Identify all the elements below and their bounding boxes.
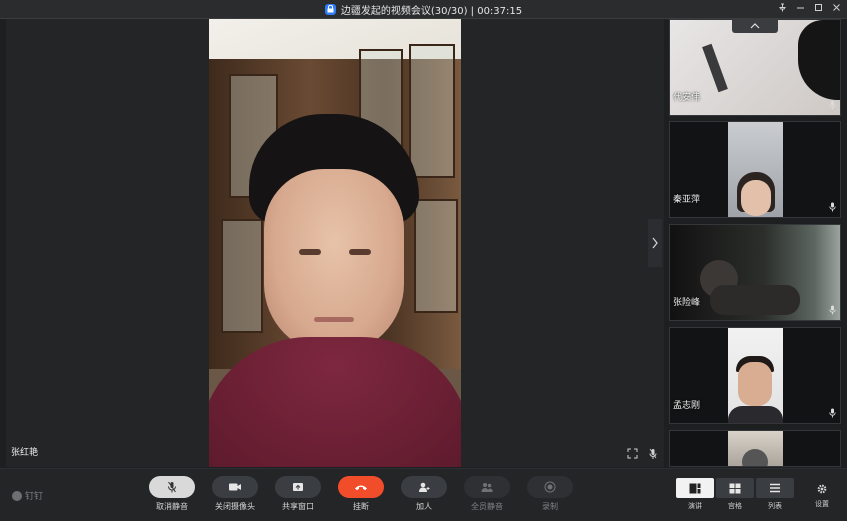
grid-view-button[interactable]: 宫格: [716, 478, 754, 511]
grid-view-icon[interactable]: [716, 478, 754, 498]
meeting-title: 边疆发起的视频会议(30/30) | 00:37:15: [340, 5, 523, 17]
list-view-icon[interactable]: [756, 478, 794, 498]
add-person-button[interactable]: 加人: [400, 476, 448, 512]
fullscreen-icon[interactable]: [627, 448, 638, 459]
video-body: [209, 337, 461, 467]
participant-panel: 代安伟 秦亚萍 张险峰 孟志刚: [669, 19, 841, 467]
maximize-icon[interactable]: [813, 3, 823, 15]
minimize-icon[interactable]: [795, 3, 805, 15]
participant-tile[interactable]: [669, 430, 841, 467]
hang-up-button[interactable]: 挂断: [337, 476, 385, 512]
camera-icon[interactable]: [212, 476, 258, 498]
list-view-button[interactable]: 列表: [756, 478, 794, 511]
title-wrap: 边疆发起的视频会议(30/30) | 00:37:15: [0, 0, 847, 18]
close-icon[interactable]: [831, 3, 841, 15]
scroll-up-chevron-icon[interactable]: [732, 19, 778, 33]
expand-panel-chevron-icon[interactable]: [648, 219, 662, 267]
video-mouth: [314, 317, 354, 322]
participant-tile[interactable]: 孟志刚: [669, 327, 841, 424]
video-portrait: [728, 431, 783, 466]
video-glass-pane: [409, 44, 455, 178]
main-stage[interactable]: 张红艳: [6, 19, 664, 467]
mic-muted-icon[interactable]: [149, 476, 195, 498]
mic-icon: [829, 100, 836, 110]
dingtalk-logo-icon: [12, 490, 22, 501]
lock-icon: [324, 3, 336, 15]
add-person-icon[interactable]: [401, 476, 447, 498]
share-screen-icon[interactable]: [275, 476, 321, 498]
record-icon[interactable]: [527, 476, 573, 498]
hang-up-icon[interactable]: [338, 476, 384, 498]
share-window-button[interactable]: 共享窗口: [274, 476, 322, 512]
record-label: 录制: [542, 502, 558, 511]
video-face: [741, 180, 771, 216]
speaker-view-label: 演讲: [688, 502, 702, 510]
video-glass-pane: [414, 199, 458, 313]
unmute-label: 取消静音: [156, 502, 188, 511]
record-button[interactable]: 录制: [526, 476, 574, 512]
mute-all-icon[interactable]: [464, 476, 510, 498]
main-speaker-video: [209, 19, 461, 467]
participant-tile[interactable]: 张险峰: [669, 224, 841, 321]
mute-all-button[interactable]: 全员静音: [463, 476, 511, 512]
video-face: [738, 362, 772, 406]
video-face: [264, 169, 404, 354]
share-window-label: 共享窗口: [282, 502, 314, 511]
title-bar: 边疆发起的视频会议(30/30) | 00:37:15: [0, 0, 847, 19]
gear-icon[interactable]: [816, 483, 828, 495]
video-portrait: [728, 122, 783, 217]
pin-icon[interactable]: [777, 3, 787, 15]
main-speaker-name: 张红艳: [11, 448, 39, 458]
speaker-view-icon[interactable]: [676, 478, 714, 498]
mic-icon: [829, 202, 836, 212]
video-eye: [299, 249, 321, 255]
settings-label: 设置: [815, 500, 829, 508]
speaker-view-button[interactable]: 演讲: [676, 478, 714, 511]
video-portrait: [728, 328, 783, 423]
video-body: [728, 406, 783, 423]
camera-off-label: 关闭摄像头: [215, 502, 255, 511]
window-controls: [777, 0, 841, 18]
video-eye: [349, 249, 371, 255]
brand-label: 钉钉: [25, 492, 44, 502]
meeting-toolbar: 钉钉 取消静音 关闭摄像头 共享窗口 挂断 加人 全员静音 录制 演讲 宫格 列…: [0, 468, 847, 521]
brand: 钉钉: [12, 489, 43, 502]
participant-name: 代安伟: [673, 93, 701, 103]
mic-icon: [649, 448, 657, 460]
layout-switcher: 演讲 宫格 列表: [676, 478, 794, 511]
participant-tile[interactable]: 秦亚萍: [669, 121, 841, 218]
camera-off-button[interactable]: 关闭摄像头: [211, 476, 259, 512]
video-object: [742, 449, 768, 466]
video-glass-pane: [221, 219, 263, 333]
grid-view-label: 宫格: [728, 502, 742, 510]
participant-tile[interactable]: 代安伟: [669, 19, 841, 116]
participant-name: 秦亚萍: [673, 195, 701, 205]
mic-icon: [829, 408, 836, 418]
list-view-label: 列表: [768, 502, 782, 510]
add-person-label: 加人: [416, 502, 432, 511]
participant-name: 张险峰: [673, 298, 701, 308]
unmute-button[interactable]: 取消静音: [148, 476, 196, 512]
participant-name: 孟志刚: [673, 401, 701, 411]
hang-up-label: 挂断: [353, 502, 369, 511]
video-body: [710, 285, 800, 315]
mute-all-label: 全员静音: [471, 502, 503, 511]
settings-button[interactable]: 设置: [812, 483, 832, 509]
mic-icon: [829, 305, 836, 315]
